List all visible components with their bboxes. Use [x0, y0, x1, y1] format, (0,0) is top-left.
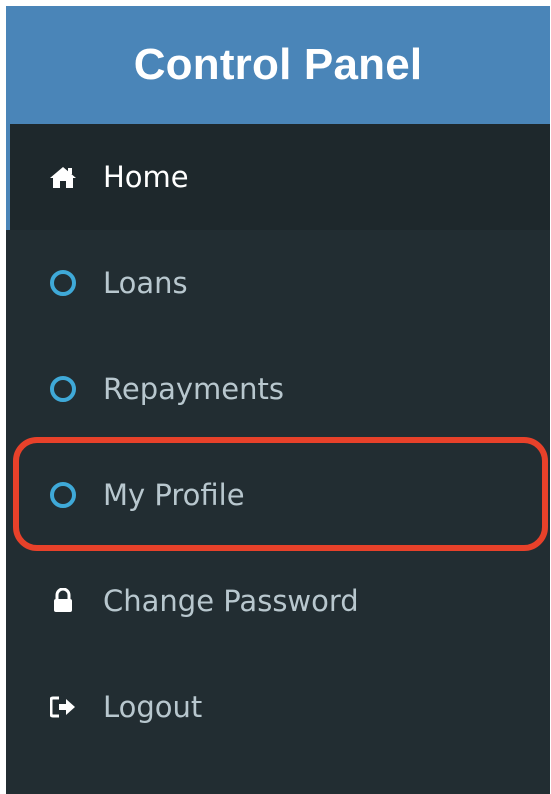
sign-out-icon	[48, 692, 78, 722]
sidebar-header: Control Panel	[6, 6, 550, 124]
sidebar-item-change-password[interactable]: Change Password	[6, 548, 550, 654]
circle-outline-icon	[48, 480, 78, 510]
sidebar-item-home[interactable]: Home	[6, 124, 550, 230]
sidebar-item-label: Change Password	[103, 584, 359, 618]
page-title: Control Panel	[133, 40, 423, 89]
sidebar-item-label: My Profile	[103, 478, 245, 512]
sidebar-item-label: Repayments	[103, 372, 284, 406]
sidebar-item-loans[interactable]: Loans	[6, 230, 550, 336]
sidebar-menu: Home Loans Repayments My Profile Change …	[6, 124, 550, 760]
sidebar-item-label: Loans	[103, 266, 188, 300]
control-panel-sidebar: Control Panel Home Loans Repayments My P…	[6, 6, 550, 794]
circle-outline-icon	[48, 268, 78, 298]
circle-outline-icon	[48, 374, 78, 404]
sidebar-item-label: Logout	[103, 690, 203, 724]
screenshot-frame: Control Panel Home Loans Repayments My P…	[0, 0, 551, 794]
home-icon	[48, 162, 78, 192]
lock-icon	[48, 586, 78, 616]
sidebar-item-logout[interactable]: Logout	[6, 654, 550, 760]
sidebar-item-label: Home	[103, 160, 189, 194]
sidebar-item-repayments[interactable]: Repayments	[6, 336, 550, 442]
sidebar-item-my-profile[interactable]: My Profile	[6, 442, 550, 548]
